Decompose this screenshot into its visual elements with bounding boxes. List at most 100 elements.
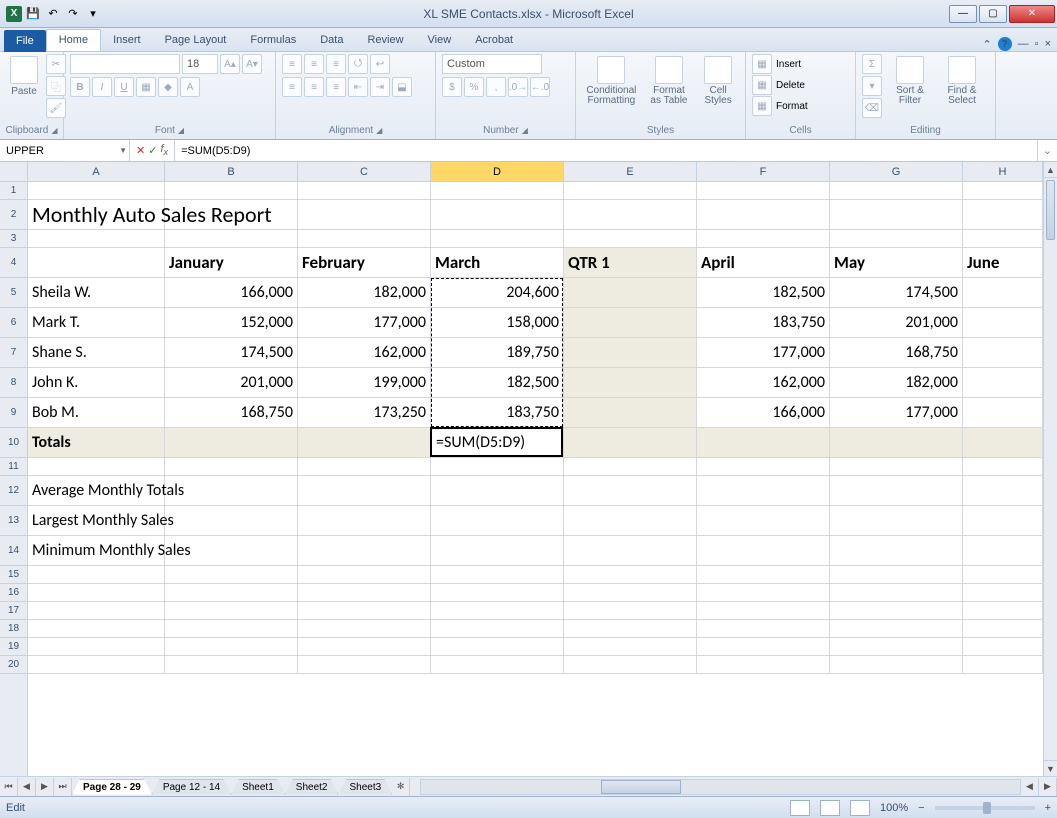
cell-B8[interactable]: 201,000 xyxy=(165,368,298,398)
sheet-tab-page-12---14[interactable]: Page 12 - 14 xyxy=(152,779,231,795)
cell-D4[interactable]: March xyxy=(431,248,564,278)
font-size-combo[interactable]: 18 xyxy=(182,54,218,74)
cell-B2[interactable] xyxy=(165,200,298,230)
window-close-icon[interactable]: × xyxy=(1045,38,1051,50)
cell-H7[interactable] xyxy=(963,338,1043,368)
orientation-icon[interactable]: ⭯ xyxy=(348,54,368,74)
cell-B1[interactable] xyxy=(165,182,298,200)
cell-A11[interactable] xyxy=(28,458,165,476)
fill-icon[interactable]: ▾ xyxy=(862,76,882,96)
cell-C8[interactable]: 199,000 xyxy=(298,368,431,398)
align-middle-icon[interactable]: ≡ xyxy=(304,54,324,74)
cell-B11[interactable] xyxy=(165,458,298,476)
cell-E5[interactable] xyxy=(564,278,697,308)
cell-C7[interactable]: 162,000 xyxy=(298,338,431,368)
delete-cells-button[interactable]: Delete xyxy=(776,80,805,91)
cell-A17[interactable] xyxy=(28,602,165,620)
font-dialog-launcher[interactable]: ◢ xyxy=(178,126,184,135)
next-sheet-icon[interactable]: ▶ xyxy=(36,778,54,796)
cell-G13[interactable] xyxy=(830,506,963,536)
cell-A9[interactable]: Bob M. xyxy=(28,398,165,428)
cell-G14[interactable] xyxy=(830,536,963,566)
cell-H5[interactable] xyxy=(963,278,1043,308)
cell-H1[interactable] xyxy=(963,182,1043,200)
cell-A13[interactable]: Largest Monthly Sales xyxy=(28,506,165,536)
cell-D1[interactable] xyxy=(431,182,564,200)
window-min-icon[interactable]: — xyxy=(1018,38,1029,50)
cell-D11[interactable] xyxy=(431,458,564,476)
delete-cells-icon[interactable]: ▦ xyxy=(752,75,772,95)
formula-input[interactable]: =SUM(D5:D9) xyxy=(175,140,1037,161)
cell-C11[interactable] xyxy=(298,458,431,476)
paste-button[interactable]: Paste xyxy=(6,54,42,99)
cell-H8[interactable] xyxy=(963,368,1043,398)
conditional-formatting-button[interactable]: Conditional Formatting xyxy=(582,54,641,108)
cell-C1[interactable] xyxy=(298,182,431,200)
cell-C15[interactable] xyxy=(298,566,431,584)
insert-cells-icon[interactable]: ▦ xyxy=(752,54,772,74)
column-header-A[interactable]: A xyxy=(28,162,165,181)
align-right-icon[interactable]: ≡ xyxy=(326,77,346,97)
row-header-1[interactable]: 1 xyxy=(0,182,27,200)
cell-G18[interactable] xyxy=(830,620,963,638)
cancel-formula-icon[interactable]: ✕ xyxy=(136,144,145,157)
zoom-slider[interactable] xyxy=(935,806,1035,810)
cell-F12[interactable] xyxy=(697,476,830,506)
cell-H14[interactable] xyxy=(963,536,1043,566)
cell-A6[interactable]: Mark T. xyxy=(28,308,165,338)
zoom-out-icon[interactable]: − xyxy=(918,802,924,814)
enter-formula-icon[interactable]: ✓ xyxy=(148,144,157,157)
cell-E11[interactable] xyxy=(564,458,697,476)
cell-C2[interactable] xyxy=(298,200,431,230)
cell-D12[interactable] xyxy=(431,476,564,506)
cell-H16[interactable] xyxy=(963,584,1043,602)
autosum-icon[interactable]: Σ xyxy=(862,54,882,74)
vertical-scrollbar[interactable]: ▲ ▼ xyxy=(1043,162,1057,776)
vscroll-thumb[interactable] xyxy=(1046,180,1055,240)
cell-H13[interactable] xyxy=(963,506,1043,536)
save-icon[interactable]: 💾 xyxy=(24,5,42,23)
copy-icon[interactable]: ⿻ xyxy=(46,76,66,96)
cell-A2[interactable]: Monthly Auto Sales Report xyxy=(28,200,165,230)
cell-F20[interactable] xyxy=(697,656,830,674)
row-header-18[interactable]: 18 xyxy=(0,620,27,638)
sort-filter-button[interactable]: Sort & Filter xyxy=(886,54,934,108)
row-header-6[interactable]: 6 xyxy=(0,308,27,338)
cell-B13[interactable] xyxy=(165,506,298,536)
row-header-10[interactable]: 10 xyxy=(0,428,27,458)
row-header-3[interactable]: 3 xyxy=(0,230,27,248)
row-header-15[interactable]: 15 xyxy=(0,566,27,584)
minimize-button[interactable]: — xyxy=(949,5,977,23)
cell-B10[interactable] xyxy=(165,428,298,458)
column-header-F[interactable]: F xyxy=(697,162,830,181)
cell-A16[interactable] xyxy=(28,584,165,602)
fill-color-button[interactable]: ◆ xyxy=(158,77,178,97)
font-color-button[interactable]: A xyxy=(180,77,200,97)
align-bottom-icon[interactable]: ≡ xyxy=(326,54,346,74)
format-cells-icon[interactable]: ▦ xyxy=(752,96,772,116)
cut-icon[interactable]: ✂ xyxy=(46,54,66,74)
qat-customize-icon[interactable]: ▾ xyxy=(84,5,102,23)
cell-E12[interactable] xyxy=(564,476,697,506)
window-restore-icon[interactable]: ▫ xyxy=(1035,38,1039,50)
hscroll-thumb[interactable] xyxy=(601,780,681,794)
cell-C19[interactable] xyxy=(298,638,431,656)
cell-F13[interactable] xyxy=(697,506,830,536)
cell-H4[interactable]: June xyxy=(963,248,1043,278)
format-as-table-button[interactable]: Format as Table xyxy=(645,54,694,108)
sheet-tab-page-28---29[interactable]: Page 28 - 29 xyxy=(72,779,152,795)
cell-E1[interactable] xyxy=(564,182,697,200)
cell-G1[interactable] xyxy=(830,182,963,200)
cell-F11[interactable] xyxy=(697,458,830,476)
cell-E20[interactable] xyxy=(564,656,697,674)
cell-E3[interactable] xyxy=(564,230,697,248)
cell-C17[interactable] xyxy=(298,602,431,620)
bold-button[interactable]: B xyxy=(70,77,90,97)
first-sheet-icon[interactable]: ⏮ xyxy=(0,778,18,796)
format-cells-button[interactable]: Format xyxy=(776,101,808,112)
cell-G2[interactable] xyxy=(830,200,963,230)
row-header-19[interactable]: 19 xyxy=(0,638,27,656)
number-dialog-launcher[interactable]: ◢ xyxy=(522,126,528,135)
cell-G12[interactable] xyxy=(830,476,963,506)
cell-C9[interactable]: 173,250 xyxy=(298,398,431,428)
